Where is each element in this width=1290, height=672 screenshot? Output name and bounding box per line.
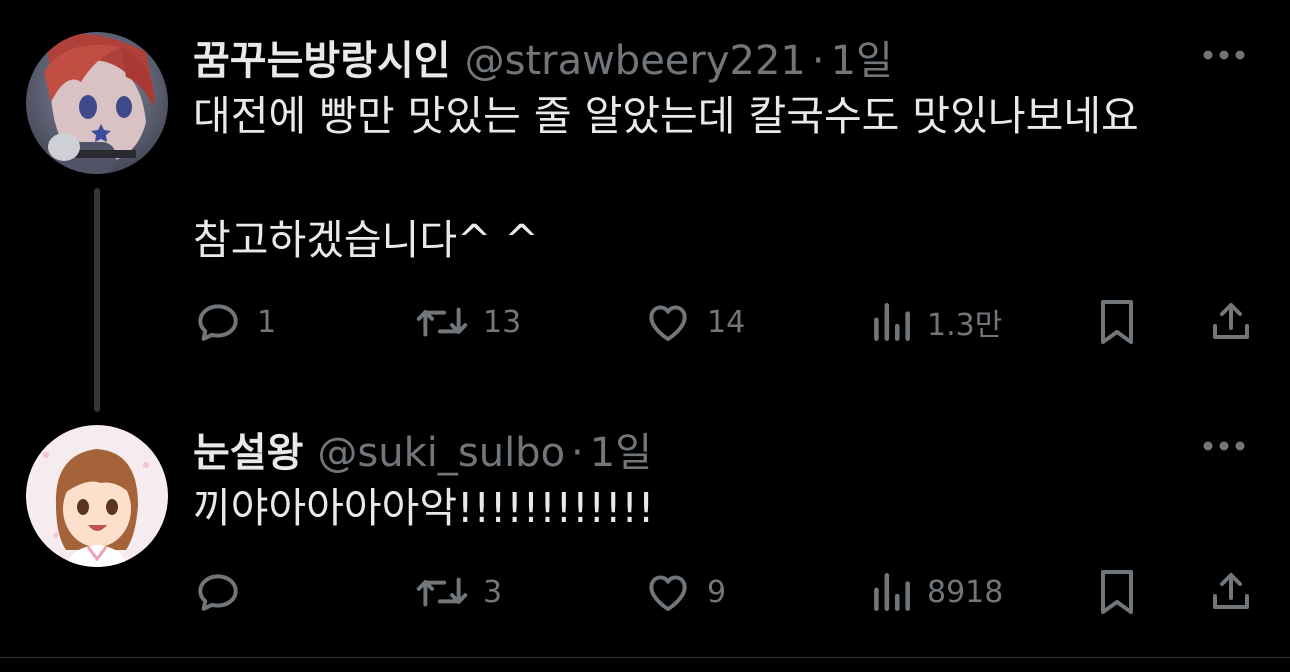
retweet-button[interactable]: 3 <box>415 562 502 622</box>
views-chart-icon <box>874 573 910 611</box>
bookmark-icon <box>1101 300 1133 344</box>
retweet-button[interactable]: 13 <box>415 292 521 352</box>
bookmark-button[interactable] <box>1093 562 1141 622</box>
retweet-count: 3 <box>483 574 503 610</box>
tweet-1[interactable]: 꿈꾸는방랑시인 @strawbeery221 · 1일 대전에 빵만 맛있는 줄… <box>0 0 1290 400</box>
views-button[interactable]: 8918 <box>869 562 1003 622</box>
reply-icon <box>198 304 238 341</box>
reply-icon <box>198 574 238 611</box>
tweet-header: 눈설왕 @suki_sulbo · 1일 <box>193 420 652 478</box>
views-button[interactable]: 1.3만 <box>869 292 1002 352</box>
more-options-button[interactable] <box>1202 436 1246 456</box>
divider <box>0 657 1290 658</box>
tweet-text-line-1: 대전에 빵만 맛있는 줄 알았는데 칼국수도 맛있나보네요 <box>193 92 1139 140</box>
more-options-button[interactable] <box>1202 45 1246 65</box>
like-button[interactable]: 14 <box>643 292 745 352</box>
timestamp[interactable]: 1일 <box>590 420 652 478</box>
tweet-text-line-2: 참고하겠습니다^ ^ <box>193 216 539 264</box>
views-chart-icon <box>874 303 910 341</box>
share-button[interactable] <box>1207 292 1255 352</box>
tweet-2[interactable]: 눈설왕 @suki_sulbo · 1일 끼야아아아아악!!!!!!!!!!!!… <box>0 400 1290 656</box>
timestamp[interactable]: 1일 <box>831 28 893 86</box>
share-icon <box>1213 573 1249 609</box>
reply-button[interactable]: 1 <box>193 292 276 352</box>
avatar[interactable] <box>26 425 168 567</box>
tweet-actions: 3 9 8918 <box>193 562 1255 622</box>
bookmark-button[interactable] <box>1093 292 1141 352</box>
heart-icon <box>649 305 687 342</box>
retweet-icon <box>416 577 468 607</box>
user-handle[interactable]: @strawbeery221 <box>465 38 806 84</box>
tweet-header: 꿈꾸는방랑시인 @strawbeery221 · 1일 <box>193 28 893 86</box>
more-dots-icon <box>1203 441 1245 451</box>
separator-dot: · <box>811 38 825 84</box>
reply-button[interactable] <box>193 562 257 622</box>
display-name[interactable]: 꿈꾸는방랑시인 <box>193 28 451 86</box>
more-dots-icon <box>1203 50 1245 60</box>
separator-dot: · <box>571 430 584 476</box>
retweet-icon <box>416 307 468 337</box>
share-icon <box>1213 303 1249 339</box>
reply-count: 1 <box>257 304 277 340</box>
heart-icon <box>649 575 687 612</box>
avatar[interactable] <box>26 32 168 174</box>
views-count: 8918 <box>927 574 1004 610</box>
retweet-count: 13 <box>483 304 522 340</box>
share-button[interactable] <box>1207 562 1255 622</box>
tweet-actions: 1 13 14 1.3만 <box>193 292 1255 352</box>
tweet-text-line-1: 끼야아아아아악!!!!!!!!!!!! <box>193 484 655 532</box>
display-name[interactable]: 눈설왕 <box>193 420 303 478</box>
like-count: 9 <box>707 574 727 610</box>
views-count: 1.3만 <box>927 308 1003 343</box>
bookmark-icon <box>1101 570 1133 614</box>
like-count: 14 <box>707 304 746 340</box>
user-handle[interactable]: @suki_sulbo <box>317 430 565 476</box>
like-button[interactable]: 9 <box>643 562 726 622</box>
